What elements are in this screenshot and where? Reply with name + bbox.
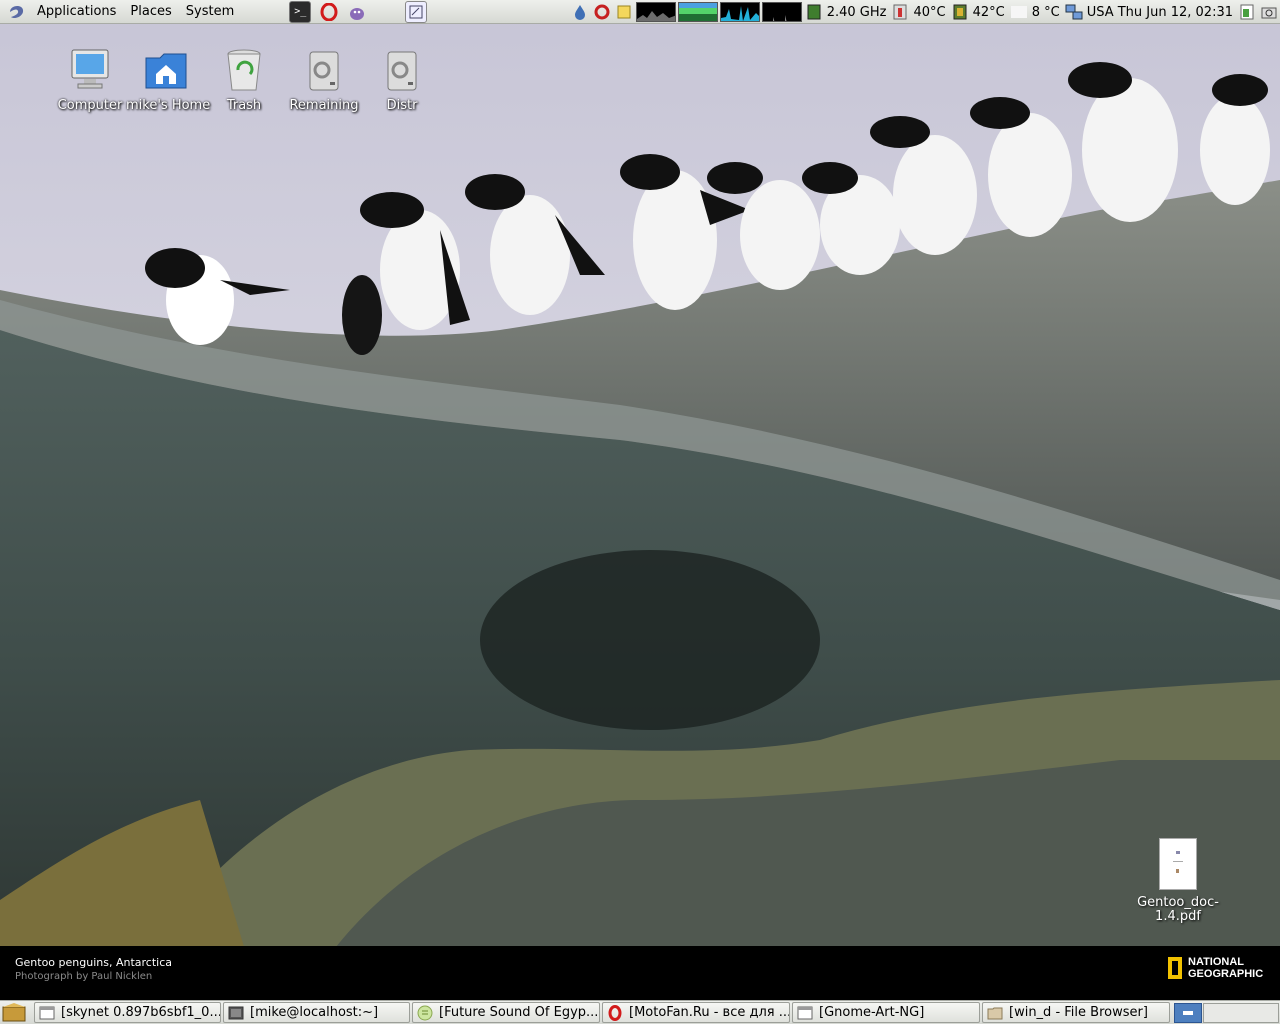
trash-label: Trash (226, 98, 262, 113)
weather-icon[interactable] (1010, 3, 1028, 21)
task-label: [Future Sound Of Egyp... (439, 1005, 599, 1020)
national-geographic-logo: NATIONAL GEOGRAPHIC (1168, 956, 1263, 980)
top-panel: Applications Places System >_ 2.40 GHz 4… (0, 0, 1280, 24)
system-tray: 2.40 GHz 40°C 42°C 8 °C USA Thu Jun 12, … (569, 0, 1280, 24)
gentoo-logo-icon[interactable] (6, 2, 26, 22)
taskbar-item-file-browser[interactable]: [win_d - File Browser] (982, 1002, 1170, 1023)
music-player-icon (417, 1005, 433, 1020)
network-drop-icon[interactable] (571, 3, 589, 21)
network-status-icon[interactable] (1065, 3, 1083, 21)
bottom-panel: [skynet 0.897b6sbf1_0... [mike@localhost… (0, 1000, 1280, 1024)
pidgin-icon (350, 7, 365, 20)
home-desktop-icon[interactable]: mike's Home (126, 46, 211, 113)
remaining-desktop-icon[interactable]: Remaining (284, 46, 364, 113)
workspace-1[interactable] (1174, 1003, 1202, 1023)
opera-icon (608, 1004, 622, 1021)
workspace-2[interactable] (1203, 1003, 1279, 1023)
screenshot-icon (409, 5, 423, 18)
remaining-label: Remaining (289, 98, 359, 113)
opera-launcher[interactable] (319, 2, 339, 22)
applications-menu[interactable]: Applications (30, 0, 123, 24)
task-label: [mike@localhost:~] (250, 1005, 379, 1020)
window-icon (39, 1006, 55, 1019)
wallpaper-caption: Gentoo penguins, Antarctica (15, 956, 172, 969)
trash-icon (227, 49, 261, 91)
camera-icon[interactable] (1260, 3, 1278, 21)
wallpaper-caption-strip: Gentoo penguins, Antarctica Photograph b… (0, 946, 1280, 1000)
show-desktop-icon[interactable] (2, 1003, 26, 1023)
brand-line-1: NATIONAL (1188, 956, 1245, 968)
cpu-load-graph (635, 2, 676, 22)
brand-line-2: GEOGRAPHIC (1188, 968, 1264, 980)
task-label: [win_d - File Browser] (1009, 1005, 1148, 1020)
network-graph (719, 2, 760, 22)
pdf-file-label: Gentoo_doc-1.4.pdf (1137, 895, 1219, 924)
terminal-icon (228, 1006, 244, 1019)
taskbar-item-player[interactable]: [Future Sound Of Egyp... (412, 1002, 600, 1023)
taskbar-item-skynet[interactable]: [skynet 0.897b6sbf1_0... (34, 1002, 221, 1023)
folder-icon (987, 1007, 1003, 1019)
distr-desktop-icon[interactable]: Distr (362, 46, 442, 113)
notes-icon[interactable] (615, 3, 633, 21)
chip-temperature-icon (953, 4, 967, 20)
cpu-temperature: 40°C (913, 4, 946, 20)
weather-temperature[interactable]: 8 °C (1032, 5, 1060, 20)
terminal-launcher[interactable]: >_ (289, 0, 312, 23)
home-label: mike's Home (126, 98, 211, 113)
computer-desktop-icon[interactable]: Computer (50, 46, 130, 113)
drive-icon (387, 51, 417, 91)
pdf-desktop-icon[interactable]: Gentoo_doc-1.4.pdf (1133, 838, 1223, 924)
cpu-freq-icon (807, 4, 821, 20)
task-label: [skynet 0.897b6sbf1_0... (61, 1005, 220, 1020)
task-label: [Gnome-Art-NG] (819, 1005, 925, 1020)
terminal-icon: >_ (294, 6, 307, 17)
taskbar-item-terminal[interactable]: [mike@localhost:~] (223, 1002, 410, 1023)
screenshot-launcher[interactable] (405, 0, 428, 23)
taskbar-item-gnome-art[interactable]: [Gnome-Art-NG] (792, 1002, 980, 1023)
thermometer-icon (893, 4, 907, 20)
distr-label: Distr (386, 98, 418, 113)
opera-icon (320, 2, 338, 21)
updates-icon[interactable] (1238, 3, 1256, 21)
memory-graph (677, 2, 718, 22)
board-temperature: 42°C (972, 4, 1005, 20)
system-menu[interactable]: System (179, 0, 241, 24)
pidgin-launcher[interactable] (347, 2, 367, 22)
task-label: [MotoFan.Ru - все для ... (629, 1005, 789, 1020)
disk-graph (761, 2, 802, 22)
trash-desktop-icon[interactable]: Trash (204, 46, 284, 113)
taskbar-item-browser[interactable]: [MotoFan.Ru - все для ... (602, 1002, 790, 1023)
places-menu[interactable]: Places (123, 0, 178, 24)
yellow-frame-icon (1168, 957, 1182, 979)
window-icon (797, 1006, 813, 1019)
clock[interactable]: USA Thu Jun 12, 02:31 (1087, 5, 1233, 20)
computer-icon (71, 49, 109, 89)
opera-mail-icon[interactable] (593, 3, 611, 21)
drive-icon (309, 51, 339, 91)
desktop-wallpaper (0, 0, 1280, 1000)
computer-label: Computer (57, 98, 123, 113)
pdf-file-icon (1159, 838, 1197, 890)
home-folder-icon (145, 53, 187, 89)
wallpaper-credit: Photograph by Paul Nicklen (15, 971, 153, 982)
cpu-frequency: 2.40 GHz (826, 4, 887, 20)
